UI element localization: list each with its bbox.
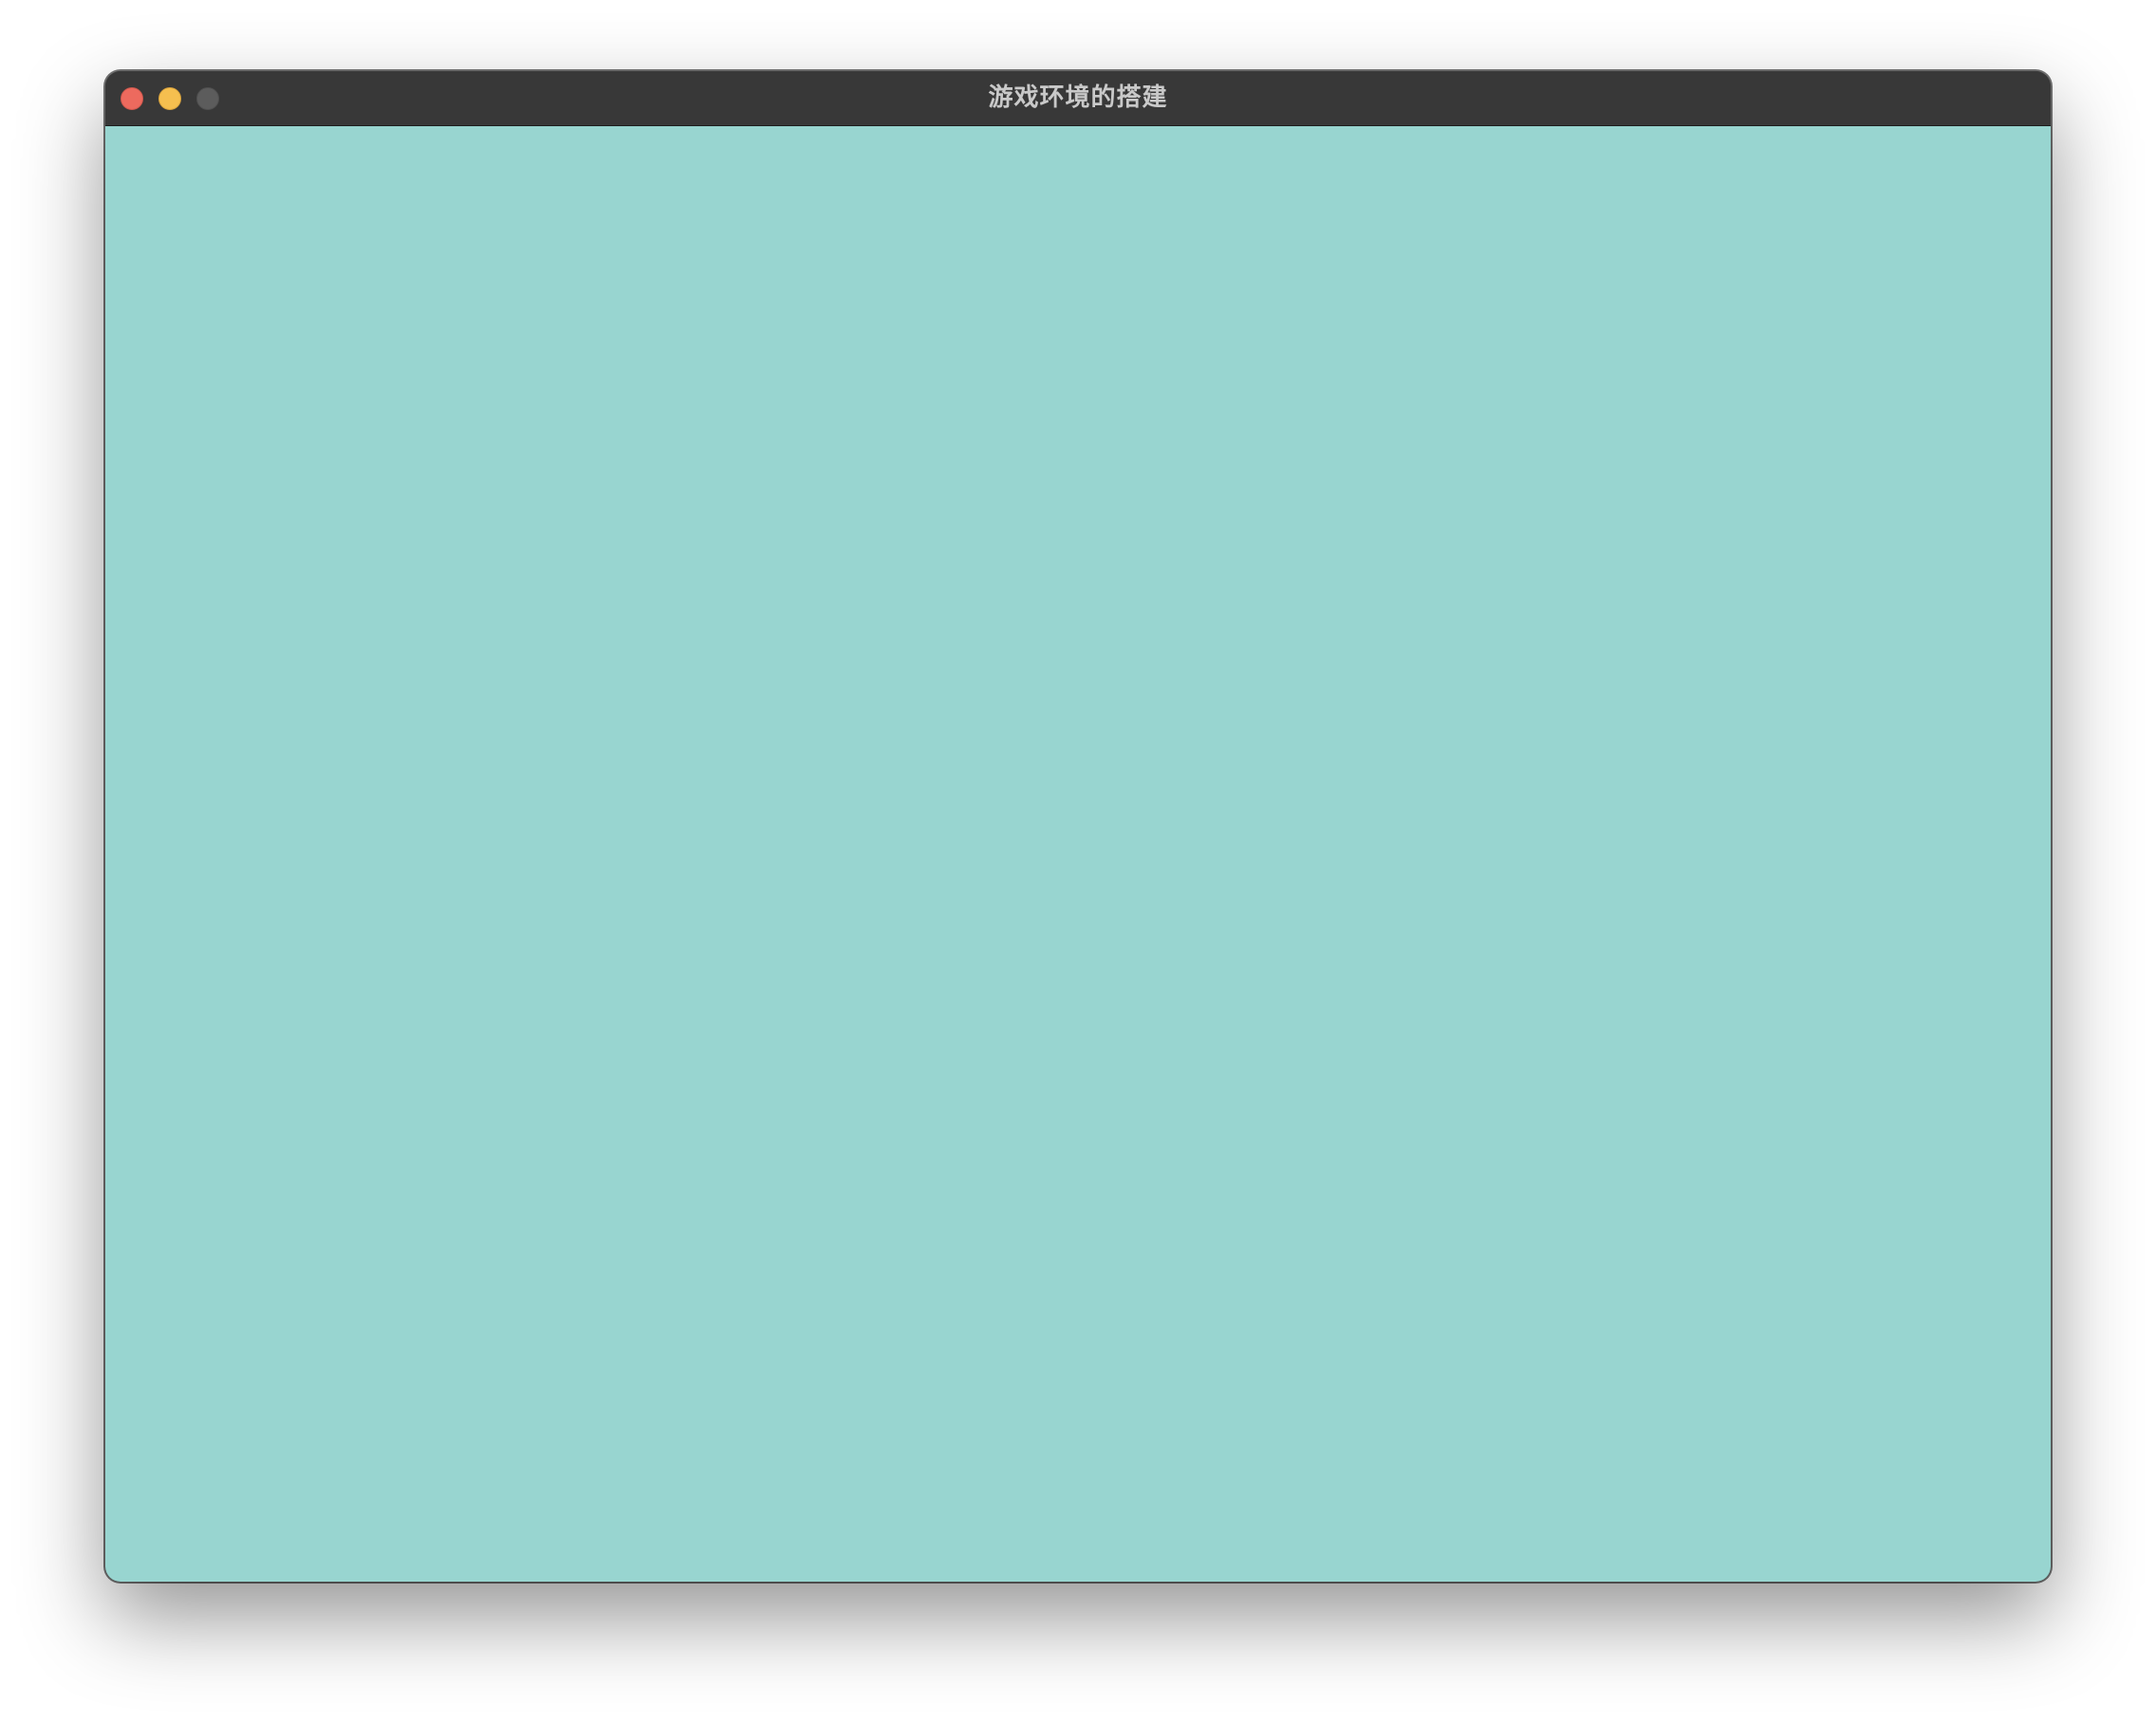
game-canvas[interactable] <box>105 126 2051 1582</box>
title-bar[interactable]: 游戏环境的搭建 <box>105 71 2051 126</box>
app-window: 游戏环境的搭建 <box>105 71 2051 1582</box>
window-title: 游戏环境的搭建 <box>988 83 1168 112</box>
